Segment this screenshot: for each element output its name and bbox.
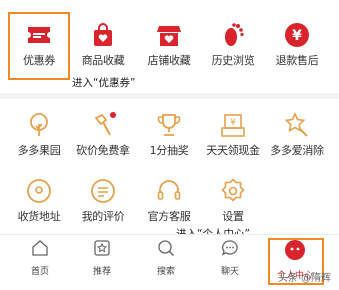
favorite-shops-item[interactable]: 店铺收藏 [136, 22, 202, 67]
bag-heart-icon [94, 23, 112, 46]
star-wand-icon [284, 112, 308, 137]
tab-recommend[interactable]: 推荐 [76, 239, 128, 277]
recommend-icon [94, 240, 110, 256]
review-icon [91, 179, 115, 203]
tab-chat[interactable]: 聊天 [204, 239, 256, 277]
settings-icon [221, 178, 245, 202]
refund-label: 退款售后 [275, 54, 319, 67]
tab-search[interactable]: 搜索 [140, 239, 192, 277]
shop-heart-icon [157, 26, 181, 46]
section-divider [0, 93, 339, 99]
favorite-goods-item[interactable]: 商品收藏 [70, 22, 136, 67]
search-icon [158, 240, 175, 257]
eliminate-game-label: 多多爱消除 [270, 144, 324, 157]
lottery-item[interactable]: 1分抽奖 [136, 112, 202, 157]
orchard-label: 多多果园 [17, 144, 61, 157]
reviews-item[interactable]: 我的评价 [70, 178, 136, 223]
coupon-highlight-box [8, 12, 70, 80]
tab-recommend-label: 推荐 [92, 267, 111, 277]
bargain-item[interactable]: 砍价免费拿 [70, 112, 136, 157]
footprint-icon [225, 23, 244, 46]
orchard-item[interactable]: 多多果园 [6, 112, 72, 157]
axe-icon [94, 112, 116, 136]
favorite-goods-label: 商品收藏 [81, 54, 125, 67]
customer-service-item[interactable]: 官方客服 [136, 178, 202, 223]
tab-home-label: 首页 [30, 267, 49, 277]
cash-card-icon: ¥ [221, 114, 245, 137]
address-label: 收货地址 [17, 210, 61, 223]
daily-cash-label: 天天领现金 [206, 144, 260, 157]
lottery-label: 1分抽奖 [149, 144, 189, 157]
trophy-icon [157, 114, 181, 136]
tab-home[interactable]: 首页 [14, 239, 66, 277]
eliminate-game-item[interactable]: 多多爱消除 [264, 112, 330, 157]
customer-service-label: 官方客服 [147, 210, 191, 223]
settings-label: 设置 [222, 210, 244, 223]
history-label: 历史浏览 [211, 54, 255, 67]
address-item[interactable]: 收货地址 [6, 178, 72, 223]
refund-item[interactable]: ¥ 退款售后 [264, 22, 330, 67]
location-icon [27, 179, 51, 203]
tab-chat-label: 聊天 [220, 267, 239, 277]
yen-refund-icon: ¥ [285, 23, 309, 47]
history-item[interactable]: 历史浏览 [200, 22, 266, 67]
bargain-label: 砍价免费拿 [76, 144, 130, 157]
watermark: 头条 @隋辉 [277, 273, 331, 284]
tree-icon [30, 113, 48, 136]
daily-cash-item[interactable]: ¥ 天天领现金 [200, 112, 266, 157]
reviews-label: 我的评价 [81, 210, 125, 223]
home-icon [32, 240, 48, 256]
tab-search-label: 搜索 [156, 267, 175, 277]
headset-icon [157, 180, 181, 200]
svg-text:¥: ¥ [230, 118, 236, 128]
settings-item[interactable]: 设置 [200, 178, 266, 223]
coupon-annotation: 进入“优惠券” [72, 77, 136, 89]
svg-text:¥: ¥ [292, 28, 302, 44]
chat-icon [221, 240, 238, 256]
favorite-shops-label: 店铺收藏 [147, 54, 191, 67]
